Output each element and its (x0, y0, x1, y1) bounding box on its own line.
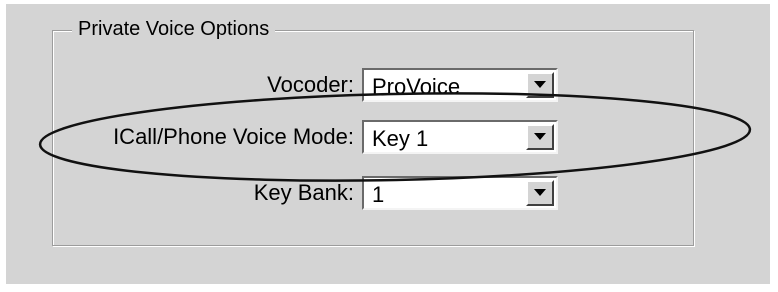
group-title: Private Voice Options (72, 16, 276, 42)
key-bank-value: 1 (372, 182, 385, 207)
vocoder-select[interactable]: ProVoice (362, 68, 558, 102)
vocoder-value: ProVoice (372, 74, 461, 99)
voice-mode-select[interactable]: Key 1 (362, 120, 558, 154)
voice-mode-value: Key 1 (372, 126, 429, 151)
voice-mode-label: ICall/Phone Voice Mode: (113, 124, 354, 149)
key-bank-select[interactable]: 1 (362, 176, 558, 210)
key-bank-dropdown-button[interactable] (526, 180, 554, 206)
chevron-down-icon (534, 133, 546, 140)
voice-mode-row: ICall/Phone Voice Mode: Key 1 (0, 118, 778, 158)
vocoder-label: Vocoder: (267, 72, 354, 97)
chevron-down-icon (534, 189, 546, 196)
key-bank-label: Key Bank: (253, 180, 354, 205)
vocoder-row: Vocoder: ProVoice (0, 66, 778, 106)
key-bank-row: Key Bank: 1 (0, 174, 778, 214)
voice-mode-dropdown-button[interactable] (526, 124, 554, 150)
vocoder-dropdown-button[interactable] (526, 72, 554, 98)
chevron-down-icon (534, 81, 546, 88)
